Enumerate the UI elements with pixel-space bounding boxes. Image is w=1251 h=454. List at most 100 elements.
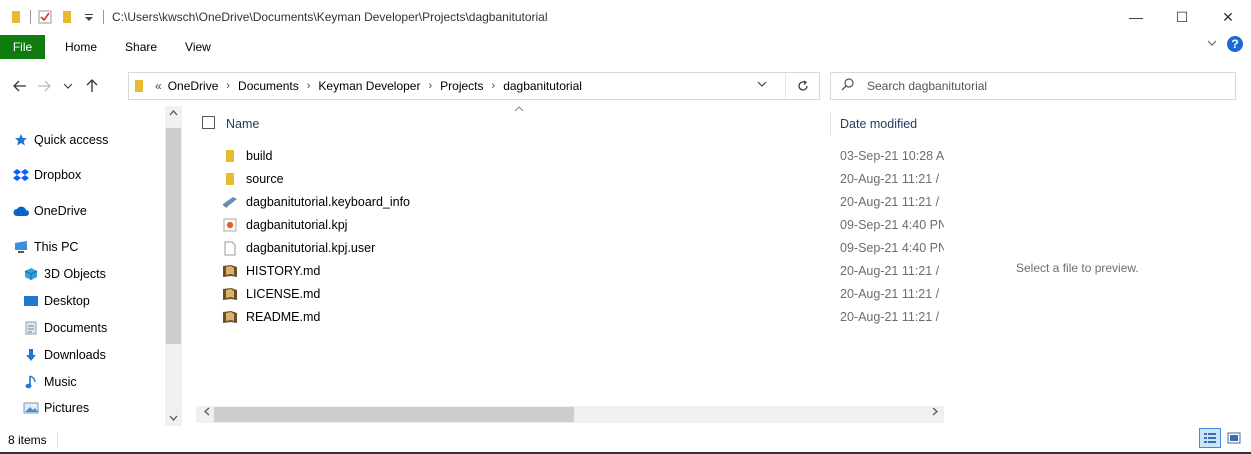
horizontal-scrollbar[interactable]	[196, 406, 944, 423]
column-header-date-modified[interactable]: Date modified	[840, 112, 917, 136]
select-all-checkbox[interactable]	[202, 116, 215, 129]
large-icons-view-icon[interactable]	[1223, 428, 1245, 448]
file-date: 20-Aug-21 11:21 /	[840, 264, 940, 278]
quick-access-toolbar: C:\Users\kwsch\OneDrive\Documents\Keyman…	[0, 0, 548, 34]
chevron-right-icon[interactable]: ›	[226, 80, 230, 92]
sidebar-item-downloads[interactable]: Downloads	[0, 344, 164, 366]
scroll-down-icon[interactable]	[165, 413, 182, 424]
sidebar-item-quick-access[interactable]: Quick access	[0, 129, 164, 151]
file-name: HISTORY.md	[246, 264, 321, 278]
download-icon	[22, 347, 40, 363]
properties-icon[interactable]	[37, 9, 53, 25]
chevron-right-icon[interactable]: ›	[492, 80, 496, 92]
sidebar-item-label: Quick access	[34, 133, 109, 147]
file-row-build[interactable]: build 03-Sep-21 10:28 A	[222, 145, 944, 167]
maximize-button[interactable]: ☐	[1159, 0, 1205, 34]
breadcrumb-documents[interactable]: Documents	[238, 79, 299, 93]
tab-share[interactable]: Share	[111, 35, 171, 59]
preview-message: Select a file to preview.	[1016, 261, 1139, 275]
sidebar-item-onedrive[interactable]: OneDrive	[0, 200, 164, 222]
sidebar-item-3d-objects[interactable]: 3D Objects	[0, 263, 164, 285]
chevron-right-icon[interactable]: ›	[428, 80, 432, 92]
sidebar-item-label: Documents	[44, 321, 108, 335]
address-history-icon[interactable]	[757, 79, 767, 91]
pc-icon	[12, 239, 30, 255]
breadcrumb-overflow[interactable]: «	[155, 79, 162, 93]
sidebar-item-dropbox[interactable]: Dropbox	[0, 164, 164, 186]
breadcrumb-keyman-developer[interactable]: Keyman Developer	[318, 79, 420, 93]
breadcrumb-projects[interactable]: Projects	[440, 79, 483, 93]
sidebar-item-desktop[interactable]: Desktop	[0, 290, 164, 312]
scrollbar-thumb[interactable]	[214, 407, 574, 422]
up-icon[interactable]	[82, 79, 102, 93]
breadcrumb-onedrive[interactable]: OneDrive	[168, 79, 219, 93]
help-icon[interactable]: ?	[1227, 36, 1243, 52]
back-icon[interactable]	[10, 80, 30, 92]
sidebar-item-label: Music	[44, 375, 77, 389]
recent-locations-icon[interactable]	[58, 82, 78, 90]
scroll-right-icon[interactable]	[932, 407, 938, 419]
file-list: Name Date modified build 03-Sep-21 10:28…	[196, 106, 944, 426]
navigation-row: « OneDrive › Documents › Keyman Develope…	[0, 68, 1251, 104]
search-box[interactable]: Search dagbanitutorial	[830, 72, 1236, 100]
scrollbar-thumb[interactable]	[166, 128, 181, 344]
ribbon-tabs: File Home Share View ?	[0, 34, 1251, 60]
ribbon-right: ?	[1207, 36, 1243, 52]
music-icon	[22, 374, 40, 390]
tab-file[interactable]: File	[0, 35, 45, 59]
file-row-history[interactable]: HISTORY.md 20-Aug-21 11:21 /	[222, 260, 940, 282]
scroll-up-icon[interactable]	[165, 108, 182, 119]
file-row-source[interactable]: source 20-Aug-21 11:21 /	[222, 168, 940, 190]
scroll-left-icon[interactable]	[204, 407, 210, 419]
folder-icon	[8, 9, 24, 25]
close-button[interactable]: ✕	[1205, 0, 1251, 34]
sidebar-item-documents[interactable]: Documents	[0, 317, 164, 339]
breadcrumb-dagbanitutorial[interactable]: dagbanitutorial	[503, 79, 582, 93]
minimize-button[interactable]: —	[1113, 0, 1159, 34]
new-folder-icon[interactable]	[59, 9, 75, 25]
column-header-name[interactable]: Name	[226, 112, 259, 136]
md-icon	[222, 286, 238, 302]
file-date: 20-Aug-21 11:21 /	[840, 287, 940, 301]
divider	[30, 10, 31, 24]
sidebar-item-label: OneDrive	[34, 204, 87, 218]
nav-scrollbar[interactable]	[165, 106, 182, 426]
md-icon	[222, 309, 238, 325]
details-view-icon[interactable]	[1199, 428, 1221, 448]
nav-buttons	[0, 79, 102, 93]
chevron-right-icon[interactable]: ›	[307, 80, 311, 92]
title-bar: C:\Users\kwsch\OneDrive\Documents\Keyman…	[0, 0, 1251, 34]
navigation-pane: Quick access Dropbox OneDrive This PC 3D…	[0, 106, 196, 426]
file-row-kpj-user[interactable]: dagbanitutorial.kpj.user 09-Sep-21 4:40 …	[222, 237, 944, 259]
refresh-icon[interactable]	[785, 73, 819, 99]
file-row-keyboard-info[interactable]: dagbanitutorial.keyboard_info 20-Aug-21 …	[222, 191, 940, 213]
file-row-kpj[interactable]: dagbanitutorial.kpj 09-Sep-21 4:40 PN	[222, 214, 944, 236]
column-divider[interactable]	[830, 112, 831, 136]
item-count: 8 items	[8, 433, 47, 447]
sidebar-item-this-pc[interactable]: This PC	[0, 236, 164, 258]
sidebar-item-label: Downloads	[44, 348, 106, 362]
file-name: README.md	[246, 310, 321, 324]
file-row-readme[interactable]: README.md 20-Aug-21 11:21 /	[222, 306, 940, 328]
kpj-icon	[222, 217, 238, 233]
divider	[103, 10, 104, 24]
expand-ribbon-icon[interactable]	[1207, 38, 1217, 50]
sidebar-item-pictures[interactable]: Pictures	[0, 397, 164, 419]
sidebar-item-music[interactable]: Music	[0, 371, 164, 393]
search-icon	[841, 78, 855, 94]
file-date: 09-Sep-21 4:40 PN	[840, 218, 944, 232]
customize-toolbar-icon[interactable]	[81, 9, 97, 25]
file-row-license[interactable]: LICENSE.md 20-Aug-21 11:21 /	[222, 283, 940, 305]
documents-icon	[22, 320, 40, 336]
address-bar[interactable]: « OneDrive › Documents › Keyman Develope…	[128, 72, 820, 100]
view-toggle	[1199, 428, 1245, 448]
forward-icon[interactable]	[34, 80, 54, 92]
pictures-icon	[22, 400, 40, 416]
tab-view[interactable]: View	[171, 35, 225, 59]
tab-home[interactable]: Home	[45, 35, 111, 59]
file-name: dagbanitutorial.kpj.user	[246, 241, 376, 255]
window-controls: — ☐ ✕	[1113, 0, 1251, 34]
file-name: LICENSE.md	[246, 287, 321, 301]
column-header-label: Date modified	[840, 117, 918, 131]
md-icon	[222, 263, 238, 279]
